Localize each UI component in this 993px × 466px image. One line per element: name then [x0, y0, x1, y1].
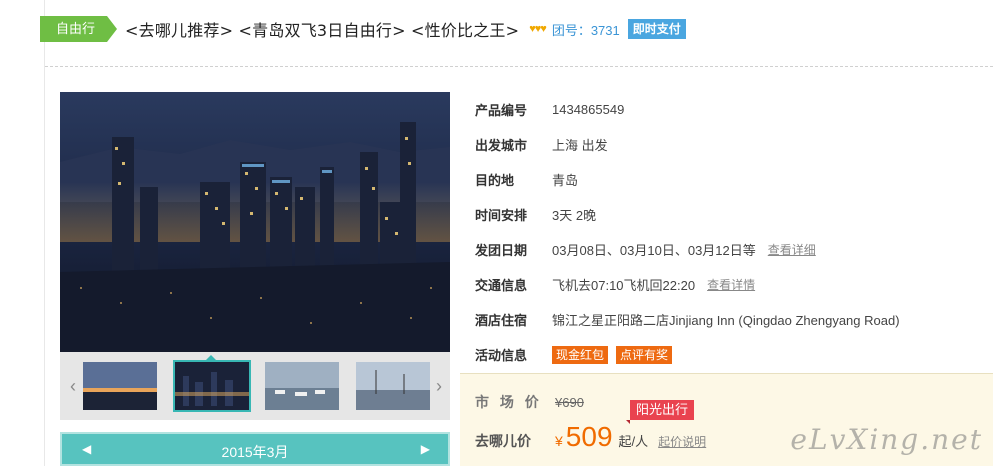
row-dates: 发团日期 03月08日、03月10日、03月12日等 查看详细 — [475, 232, 990, 267]
price-per-person: /人 — [631, 434, 649, 449]
price-unit: 起 — [618, 434, 632, 449]
hotel-label: 酒店住宿 — [475, 314, 528, 329]
price-explain-link[interactable]: 起价说明 — [658, 433, 706, 450]
review-reward-badge[interactable]: 点评有奖 — [616, 345, 673, 364]
traffic-value: 飞机去07:10飞机回22:20 — [552, 278, 696, 293]
market-price-value: ¥690 — [555, 394, 584, 410]
row-departure: 出发城市 上海 出发 — [475, 127, 990, 162]
traffic-label: 交通信息 — [475, 279, 528, 294]
promo-ribbon: 阳光出行 — [625, 400, 695, 424]
row-product-number: 产品编号 1434865549 — [475, 92, 990, 127]
dates-value: 03月08日、03月10日、03月12日等 — [552, 243, 756, 258]
thumbnail-strip: ‹ › — [60, 352, 450, 420]
thumb-prev-icon[interactable]: ‹ — [62, 352, 84, 420]
category-tag: 自由行 — [40, 16, 118, 42]
thumbnail-marina-boats[interactable] — [265, 362, 339, 410]
left-rail — [0, 0, 45, 466]
main-photo[interactable] — [60, 92, 450, 352]
dates-label: 发团日期 — [475, 244, 528, 259]
product-number-label: 产品编号 — [475, 104, 528, 119]
destination-label: 目的地 — [475, 174, 515, 189]
product-title: <去哪儿推荐> <青岛双飞3日自由行> <性价比之王> — [125, 21, 520, 40]
dates-detail-link[interactable]: 查看详细 — [768, 241, 816, 258]
site-watermark: eLvXing.net — [790, 423, 983, 456]
destination-value: 青岛 — [552, 173, 579, 188]
instant-pay-badge: 即时支付 — [627, 19, 686, 39]
calendar-bar: ◀ 2015年3月 ▶ — [60, 432, 450, 466]
row-activity: 活动信息 现金红包 点评有奖 — [475, 337, 990, 372]
qunar-price-value: 509 — [565, 421, 613, 452]
team-number: 团号：3731 — [551, 22, 620, 38]
yen-symbol: ¥ — [555, 433, 563, 449]
schedule-value: 3天 2晚 — [552, 208, 597, 223]
market-price-label: 市 场 价 — [475, 395, 542, 411]
schedule-label: 时间安排 — [475, 209, 528, 224]
market-price-row: 市 场 价 ¥690 — [475, 392, 584, 412]
row-destination: 目的地 青岛 — [475, 162, 990, 197]
thumbnail-sailboats-dusk[interactable] — [356, 362, 430, 410]
activity-label: 活动信息 — [475, 349, 528, 364]
row-traffic: 交通信息 飞机去07:10飞机回22:20 查看详情 — [475, 267, 990, 302]
cash-redpacket-badge[interactable]: 现金红包 — [552, 345, 609, 364]
city-skyline-image — [60, 92, 450, 352]
calendar-month: 2015年3月 — [221, 444, 289, 460]
thumbnail-sunset-harbor[interactable] — [83, 362, 157, 410]
product-info: 产品编号 1434865549 出发城市 上海 出发 目的地 青岛 时间安排 3… — [475, 92, 990, 372]
hotel-value: 锦江之星正阳路二店Jinjiang Inn (Qingdao Zhengyang… — [552, 313, 900, 328]
qunar-price-label: 去哪儿价 — [475, 434, 531, 450]
product-number-value: 1434865549 — [552, 102, 625, 117]
qunar-price-row: 去哪儿价 ¥ 509 起 /人 起价说明 — [475, 421, 706, 453]
calendar-next-icon[interactable]: ▶ — [421, 442, 430, 456]
row-schedule: 时间安排 3天 2晚 — [475, 197, 990, 232]
traffic-detail-link[interactable]: 查看详情 — [707, 276, 755, 293]
active-thumb-pointer — [205, 355, 217, 361]
row-hotel: 酒店住宿 锦江之星正阳路二店Jinjiang Inn (Qingdao Zhen… — [475, 302, 990, 337]
rating-hearts-icon: ♥♥♥ — [529, 23, 547, 35]
thumbnail-night-skyline[interactable] — [173, 360, 251, 412]
departure-label: 出发城市 — [475, 139, 528, 154]
thumb-next-icon[interactable]: › — [428, 352, 450, 420]
product-header: 自由行 <去哪儿推荐> <青岛双飞3日自由行> <性价比之王> ♥♥♥ 团号：3… — [40, 15, 686, 43]
departure-value: 上海 出发 — [552, 138, 608, 153]
header-divider — [45, 66, 993, 67]
